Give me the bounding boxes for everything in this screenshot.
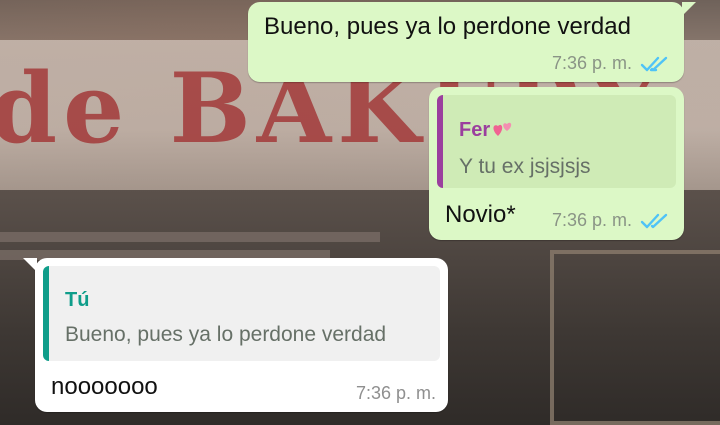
quote-accent-bar bbox=[43, 266, 49, 361]
wallpaper-door-frame bbox=[550, 250, 720, 425]
quote-accent-bar bbox=[437, 95, 443, 188]
quote-text: Y tu ex jsjsjsjs bbox=[459, 155, 591, 178]
message-bubble-incoming[interactable]: Tú Bueno, pues ya lo perdone verdad nooo… bbox=[23, 258, 448, 412]
message-text: nooooooo bbox=[51, 373, 158, 400]
quote-text: Bueno, pues ya lo perdone verdad bbox=[65, 323, 387, 346]
quoted-message[interactable]: Fer Y tu ex jsjsjsjs bbox=[437, 95, 676, 188]
message-text: Novio* bbox=[445, 201, 516, 228]
quoted-message[interactable]: Tú Bueno, pues ya lo perdone verdad bbox=[43, 266, 440, 361]
two-hearts-icon bbox=[493, 122, 512, 136]
message-meta: 7:36 p. m. bbox=[356, 383, 436, 404]
quote-author-name: Fer bbox=[459, 119, 491, 141]
message-time: 7:36 p. m. bbox=[551, 210, 632, 230]
quote-author: Fer bbox=[459, 119, 514, 142]
bubble-tail bbox=[23, 258, 37, 272]
read-ticks-icon bbox=[640, 56, 668, 71]
bubble-tail bbox=[682, 2, 696, 16]
wallpaper-shelf bbox=[0, 232, 380, 242]
message-meta: 7:36 p. m. bbox=[552, 53, 670, 74]
message-meta: 7:36 p. m. bbox=[552, 210, 670, 231]
read-ticks-icon bbox=[640, 213, 668, 228]
message-text: Bueno, pues ya lo perdone verdad bbox=[264, 13, 631, 40]
message-bubble-outgoing[interactable]: Bueno, pues ya lo perdone verdad 7:36 p.… bbox=[248, 2, 696, 82]
quote-author: Tú bbox=[65, 289, 90, 311]
message-time: 7:36 p. m. bbox=[355, 383, 436, 403]
message-time: 7:36 p. m. bbox=[551, 53, 632, 73]
message-bubble-outgoing[interactable]: Fer Y tu ex jsjsjsjs Novio* 7:36 p. m. bbox=[429, 87, 684, 240]
